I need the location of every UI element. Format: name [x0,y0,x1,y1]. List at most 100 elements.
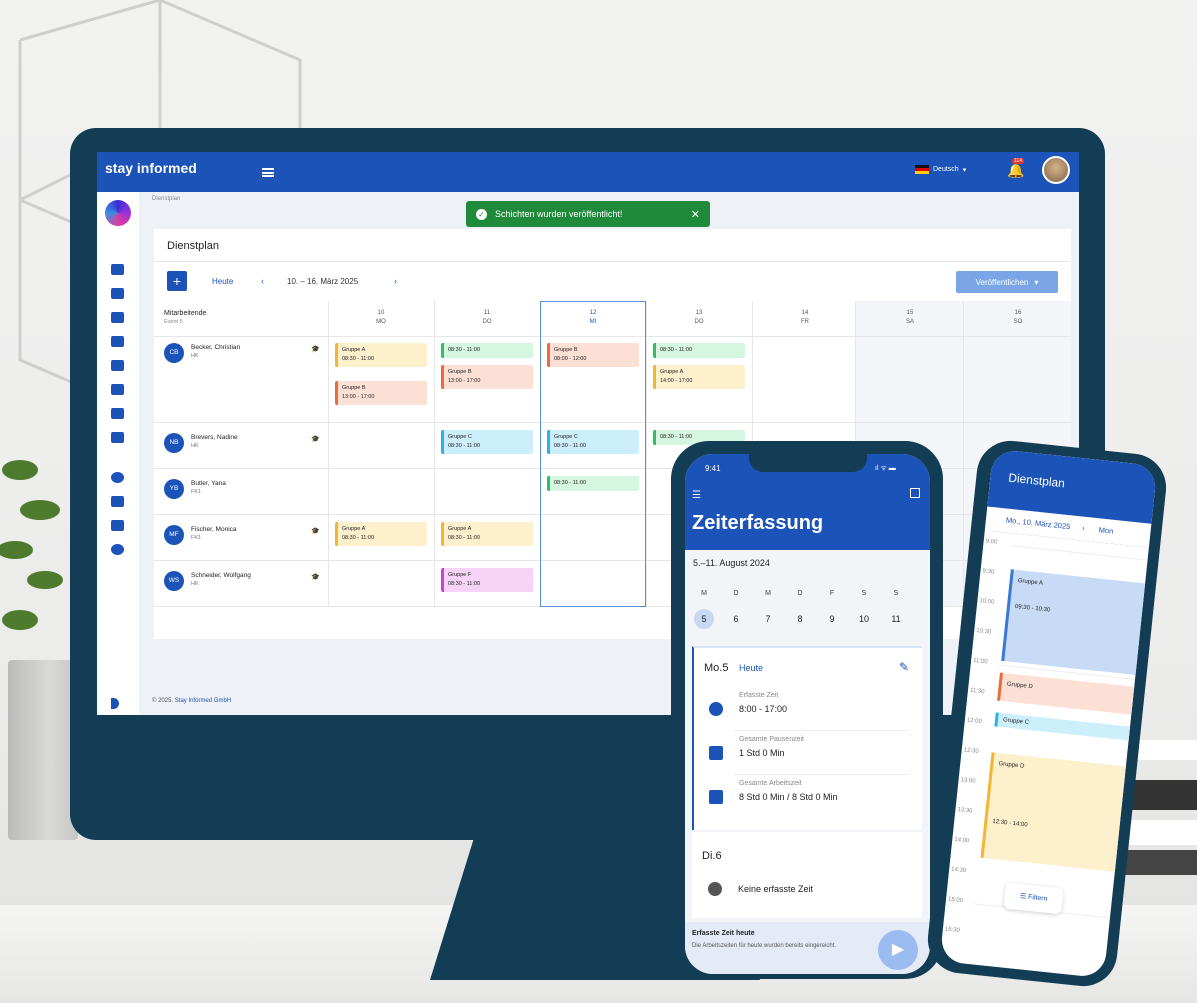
day-number[interactable]: 7 [758,609,778,629]
divider [963,301,964,607]
info-icon[interactable] [111,472,124,483]
shift-block[interactable]: Gruppe A 14:00 - 17:00 [653,365,745,389]
row-value: 8:00 - 17:00 [739,704,788,714]
shift-block[interactable]: Gruppe B 08:00 - 12:00 [547,343,639,367]
check-icon: ✓ [476,208,487,220]
shift-block[interactable]: Gruppe A 08:30 - 11:00 [335,343,427,367]
page-title: Dienstplan [167,240,219,252]
recorded-time-row: Erfasste Zeit 8:00 - 17:00 [709,692,909,732]
shift-block[interactable]: 08:30 - 11:00 [547,476,639,491]
calendar-icon[interactable] [111,312,124,323]
shift-block[interactable]: 08:30 - 11:00 [653,343,745,358]
event-block[interactable]: Gruppe D [997,672,1140,716]
edit-icon[interactable]: ✎ [899,660,909,674]
settings-icon[interactable] [111,544,124,555]
filter-button[interactable]: ☰ Filtern [1003,882,1064,915]
day-number[interactable]: 10 [854,609,874,629]
day-number[interactable]: 8 [790,609,810,629]
shift-block[interactable]: Gruppe A 08:30 - 11:00 [335,522,427,546]
day-card[interactable]: Mo.5 Heute ✎ Erfasste Zeit 8:00 - 17:00 … [692,646,922,830]
hour-label: 13:00 [960,777,976,785]
prev-week-icon[interactable]: ‹ [261,276,264,286]
chat-icon[interactable] [111,336,124,347]
shift-block[interactable]: Gruppe B 13:00 - 17:00 [441,365,533,389]
hour-label: 14:30 [950,866,967,875]
badge-icon[interactable] [111,384,124,395]
language-selector[interactable]: Deutsch ▾ [915,165,966,174]
dashboard-icon[interactable] [111,264,124,275]
footer-company-link[interactable]: Stay Informed GmbH [175,698,231,704]
chevron-right-icon[interactable]: › [1082,524,1085,533]
hourglass-icon[interactable] [111,496,124,507]
shift-plan-icon[interactable] [111,520,124,531]
bell-icon[interactable]: 🔔 [1007,162,1024,178]
shift-block[interactable]: Gruppe C 08:30 - 11:00 [441,430,533,454]
employees-header[interactable]: Mitarbeitende Event 5 [164,309,206,327]
shift-block[interactable]: 08:30 - 11:00 [441,343,533,358]
day-card[interactable]: Di.6 Keine erfasste Zeit [692,832,922,918]
vase-decoration [8,660,78,840]
graduation-cap-icon: 🎓 [311,346,320,353]
graduation-cap-icon: 🎓 [311,574,320,581]
graduation-cap-icon: 🎓 [311,436,320,443]
shift-block[interactable]: Gruppe B 13:00 - 17:00 [335,381,427,405]
employee-name: Schneider, Wolfgang [191,572,251,579]
dark-mode-icon[interactable] [111,698,119,709]
day-number[interactable]: 6 [726,609,746,629]
avatar: MF [164,525,184,545]
date-navigation[interactable]: Mo., 10. März 2025 › Mon [984,506,1152,548]
breadcrumb[interactable]: Dienstplan [152,196,180,202]
event-block[interactable]: Gruppe D 12:30 - 14:00 [980,752,1131,873]
employee-name: Butler, Yana [191,480,226,487]
day-header: 10 MO [376,310,386,325]
row-label: Erfasste Zeit [739,692,779,699]
play-icon[interactable]: ▶ [878,930,918,970]
brand-logo-text: stay informed [105,160,197,176]
notification-badge: 114 [1012,158,1024,164]
chevron-down-icon: ▾ [1034,277,1039,287]
close-icon[interactable]: ✕ [691,208,700,221]
weekday-label: F [829,590,835,597]
user-avatar[interactable] [1042,156,1070,184]
bottom-bar: Erfasste Zeit heute Die Arbeitszeiten fü… [685,922,930,974]
weekday-label: S [893,590,899,597]
hour-label: 13:30 [957,807,973,815]
chevron-down-icon: ▾ [962,166,967,174]
menu-icon[interactable] [262,168,274,177]
toast-message: Schichten wurden veröffentlicht! [495,209,623,219]
publish-button[interactable]: Veröffentlichen ▾ [956,271,1058,293]
language-label: Deutsch [933,166,959,173]
weekday-label: S [861,590,867,597]
shift-block[interactable]: Gruppe F 08:30 - 11:00 [441,568,533,592]
phone-notch [749,454,867,472]
today-button[interactable]: Heute [212,277,233,286]
day-number[interactable]: 5 [694,609,714,629]
clock-icon [709,702,723,716]
event-block[interactable]: Gruppe C [994,712,1136,742]
app-header: 9:41 ıl ᯤ ▬ ☰ Zeiterfassung [685,454,930,550]
day-number[interactable]: 11 [886,609,906,629]
app-logo-icon[interactable] [105,200,131,226]
hour-label: 12:30 [963,747,979,755]
day-header: 16 SO [1013,310,1023,325]
current-date: Mo., 10. März 2025 [1005,515,1071,532]
list-icon[interactable] [111,288,124,299]
shift-block[interactable]: Gruppe A 08:30 - 11:00 [441,522,533,546]
top-bar: stay informed Deutsch ▾ 🔔 114 [97,152,1079,192]
german-flag-icon [915,165,929,174]
add-shift-button[interactable]: + [167,271,187,291]
weekday-label: M [701,590,707,597]
person-icon[interactable] [111,408,124,419]
briefcase-icon [709,790,723,804]
filter-label: Filtern [1027,893,1048,903]
row-label: Gesamte Arbeitszeit [739,780,802,787]
event-block[interactable]: Gruppe A 09:30 - 10:30 [1001,569,1151,676]
calendar-icon[interactable] [910,488,920,498]
next-week-icon[interactable]: › [394,276,397,286]
day-number[interactable]: 9 [822,609,842,629]
contact-icon[interactable] [111,360,124,371]
day-header: 14 FR [801,310,809,325]
shift-block[interactable]: Gruppe C 08:30 - 11:00 [547,430,639,454]
menu-icon[interactable]: ☰ [692,490,701,501]
org-chart-icon[interactable] [111,432,124,443]
